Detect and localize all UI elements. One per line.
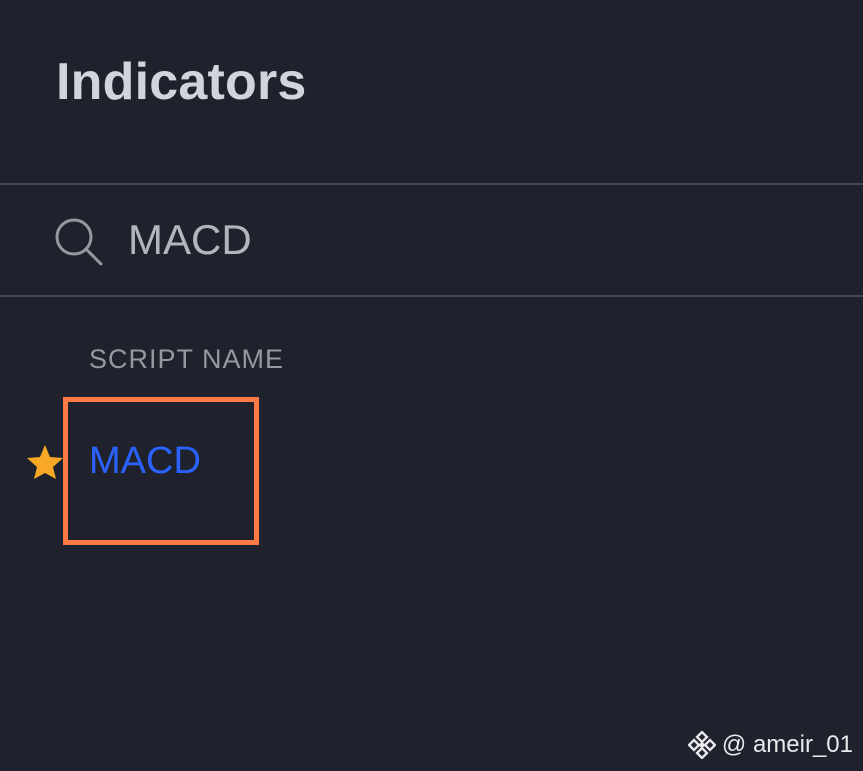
script-name-macd[interactable]: MACD (89, 442, 201, 480)
search-input[interactable] (128, 211, 828, 269)
panel-title: Indicators (56, 53, 307, 111)
search-icon (55, 218, 103, 266)
search-divider (0, 295, 863, 297)
watermark-text: @ ameir_01 (721, 731, 853, 758)
star-icon[interactable] (25, 442, 65, 482)
column-header-script-name: SCRIPT NAME (89, 344, 285, 374)
watermark: @ ameir_01 (687, 731, 853, 759)
search-bar (0, 185, 863, 295)
list-item[interactable]: MACD (0, 430, 863, 494)
binance-icon (687, 731, 716, 759)
